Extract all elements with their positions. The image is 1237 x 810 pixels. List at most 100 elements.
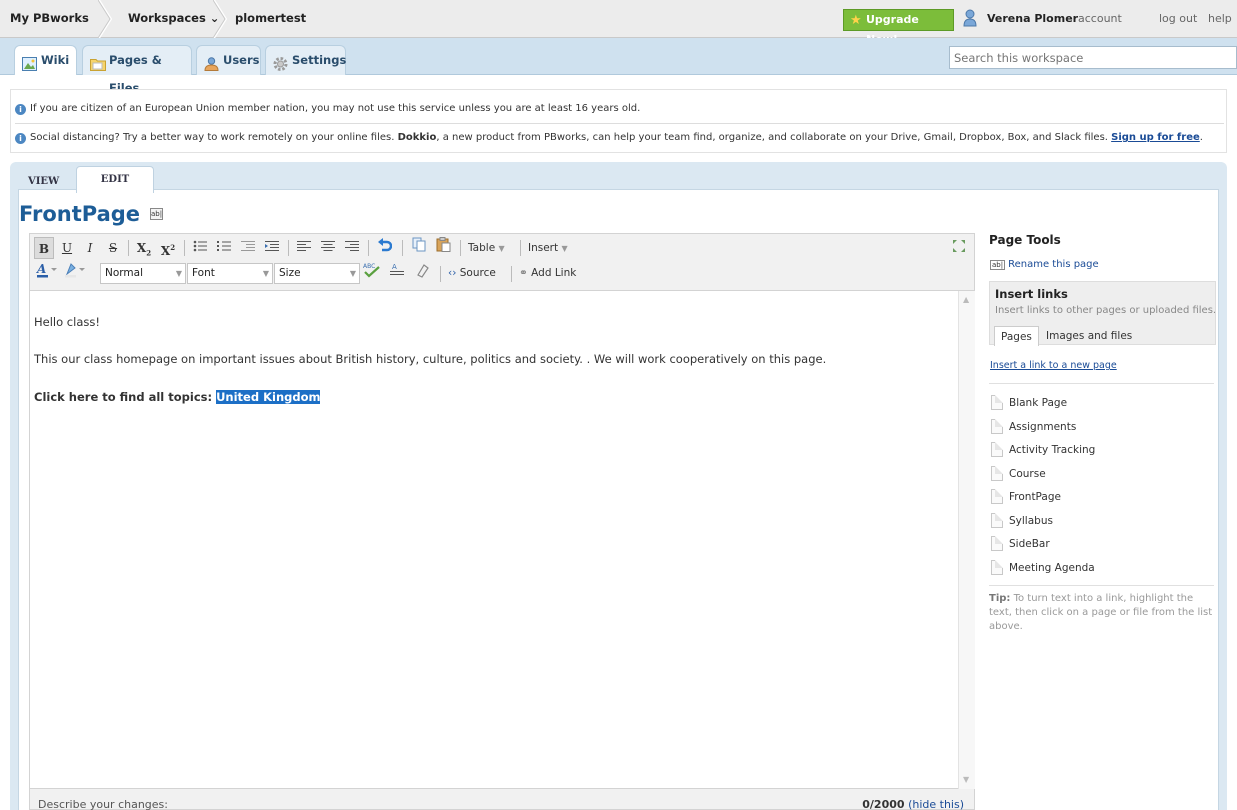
scroll-down-icon[interactable]: ▼ <box>963 775 969 784</box>
folder-icon <box>90 53 106 71</box>
document-icon <box>991 442 1003 457</box>
scroll-up-icon[interactable]: ▲ <box>963 295 969 304</box>
remove-format-icon[interactable]: A <box>386 262 408 284</box>
my-pbworks-link[interactable]: My PBworks <box>10 0 89 38</box>
workspaces-menu[interactable]: Workspaces ⌄ <box>128 0 219 38</box>
page-item-label: Blank Page <box>1009 397 1068 409</box>
page-item-label: Meeting Agenda <box>1009 562 1095 574</box>
page-item-syllabus[interactable]: Syllabus <box>991 513 1053 529</box>
svg-text:A: A <box>36 262 46 276</box>
editor-scrollbar[interactable]: ▲ ▼ <box>958 291 975 789</box>
page-item-label: FrontPage <box>1009 491 1061 503</box>
bold-button[interactable]: B <box>34 237 54 259</box>
insert-links-title: Insert links <box>995 287 1068 301</box>
dokkio-brand: Dokkio <box>397 132 437 143</box>
page-item-meeting-agenda[interactable]: Meeting Agenda <box>991 560 1095 576</box>
paste-icon[interactable] <box>432 237 454 259</box>
page-item-label: Assignments <box>1009 421 1077 433</box>
page-item-course[interactable]: Course <box>991 466 1046 482</box>
rename-icon[interactable]: ab| <box>150 208 163 220</box>
insert-new-page-link[interactable]: Insert a link to a new page <box>990 360 1117 371</box>
help-link[interactable]: help <box>1208 0 1232 38</box>
toolbar-separator <box>520 240 521 256</box>
align-right-icon[interactable] <box>342 237 362 259</box>
insert-menu[interactable]: Insert ▼ <box>528 237 568 259</box>
page-item-activity-tracking[interactable]: Activity Tracking <box>991 442 1095 458</box>
maximize-icon[interactable] <box>950 237 968 259</box>
strikethrough-button[interactable]: S <box>104 237 122 259</box>
tab-wiki[interactable]: Wiki <box>14 45 77 75</box>
source-button[interactable]: ‹› Source <box>448 262 496 284</box>
indent-icon[interactable] <box>262 237 282 259</box>
size-select[interactable]: Size ▼ <box>274 263 360 284</box>
format-select-value: Normal <box>105 267 143 279</box>
align-center-icon[interactable] <box>318 237 338 259</box>
tab-pages[interactable]: Pages <box>994 326 1039 346</box>
breadcrumb-separator <box>98 0 112 38</box>
link-icon: ⚭ <box>519 267 528 279</box>
hide-link[interactable]: (hide this) <box>908 798 964 810</box>
page-item-sidebar[interactable]: SideBar <box>991 536 1050 552</box>
toolbar-separator <box>440 266 441 282</box>
account-link[interactable]: account <box>1078 0 1122 38</box>
signup-link[interactable]: Sign up for free <box>1111 132 1200 143</box>
page-item-label: Syllabus <box>1009 515 1053 527</box>
tab-edit[interactable]: EDIT <box>76 166 154 193</box>
align-left-icon[interactable] <box>294 237 314 259</box>
format-select[interactable]: Normal ▼ <box>100 263 186 284</box>
toolbar-separator <box>184 240 185 256</box>
page-tools-title: Page Tools <box>989 233 1061 247</box>
underline-button[interactable]: U <box>58 237 76 259</box>
workspace-name-link[interactable]: plomertest <box>235 0 306 38</box>
dokkio-text: Social distancing? Try a better way to w… <box>30 132 398 143</box>
page-item-blank-page[interactable]: Blank Page <box>991 395 1067 411</box>
tab-settings[interactable]: Settings <box>265 45 346 75</box>
united-kingdom-link[interactable]: United Kingdom <box>216 390 321 404</box>
subscript-icon[interactable]: X2 <box>134 237 154 259</box>
page-item-assignments[interactable]: Assignments <box>991 419 1076 435</box>
dokkio-notice: i Social distancing? Try a better way to … <box>15 128 1203 148</box>
toolbar-separator <box>368 240 369 256</box>
chevron-down-icon: ▼ <box>175 269 182 278</box>
rename-icon: ab| <box>990 260 1006 270</box>
document-icon <box>991 395 1003 410</box>
bullet-list-icon[interactable] <box>190 237 210 259</box>
add-link-label: Add Link <box>531 267 577 279</box>
period: . <box>1199 132 1203 143</box>
font-select[interactable]: Font ▼ <box>187 263 273 284</box>
document-icon <box>991 560 1003 575</box>
breadcrumb-separator <box>213 0 227 38</box>
spellcheck-icon[interactable]: ABC <box>360 262 384 284</box>
tab-label: Users <box>223 53 260 67</box>
tip-body: To turn text into a link, highlight the … <box>989 593 1213 632</box>
rename-page-link[interactable]: ab| Rename this page <box>990 259 1099 270</box>
tab-images-files[interactable]: Images and files <box>1040 326 1138 346</box>
superscript-icon[interactable]: X2 <box>158 237 178 259</box>
outdent-icon[interactable] <box>238 237 258 259</box>
page-item-frontpage[interactable]: FrontPage <box>991 489 1061 505</box>
info-icon: i <box>15 133 26 144</box>
highlight-color-icon[interactable] <box>62 262 88 284</box>
upgrade-button[interactable]: ★ Upgrade Now! <box>843 9 954 46</box>
page-item-label: Activity Tracking <box>1009 444 1096 456</box>
add-link-button[interactable]: ⚭ Add Link <box>519 262 576 284</box>
tab-pages-files[interactable]: Pages & Files <box>82 45 192 95</box>
user-name[interactable]: Verena Plomer <box>987 0 1078 38</box>
italic-button[interactable]: I <box>81 237 99 259</box>
copy-icon[interactable] <box>408 237 430 259</box>
size-select-value: Size <box>279 267 301 279</box>
tab-users[interactable]: Users <box>196 45 261 75</box>
table-menu[interactable]: Table ▼ <box>468 237 505 259</box>
user-icon <box>963 9 977 27</box>
describe-changes-label: Describe your changes: <box>38 798 168 810</box>
age-notice-text: If you are citizen of an European Union … <box>30 103 641 114</box>
tab-label: Wiki <box>41 53 70 67</box>
search-input[interactable] <box>949 46 1237 69</box>
char-count: 0/2000 <box>862 798 905 810</box>
clear-formatting-icon[interactable] <box>412 262 434 284</box>
logout-link[interactable]: log out <box>1159 0 1197 38</box>
undo-icon[interactable] <box>374 237 396 259</box>
page-item-label: SideBar <box>1009 538 1050 550</box>
text-color-icon[interactable]: A <box>34 262 60 284</box>
numbered-list-icon[interactable] <box>214 237 234 259</box>
